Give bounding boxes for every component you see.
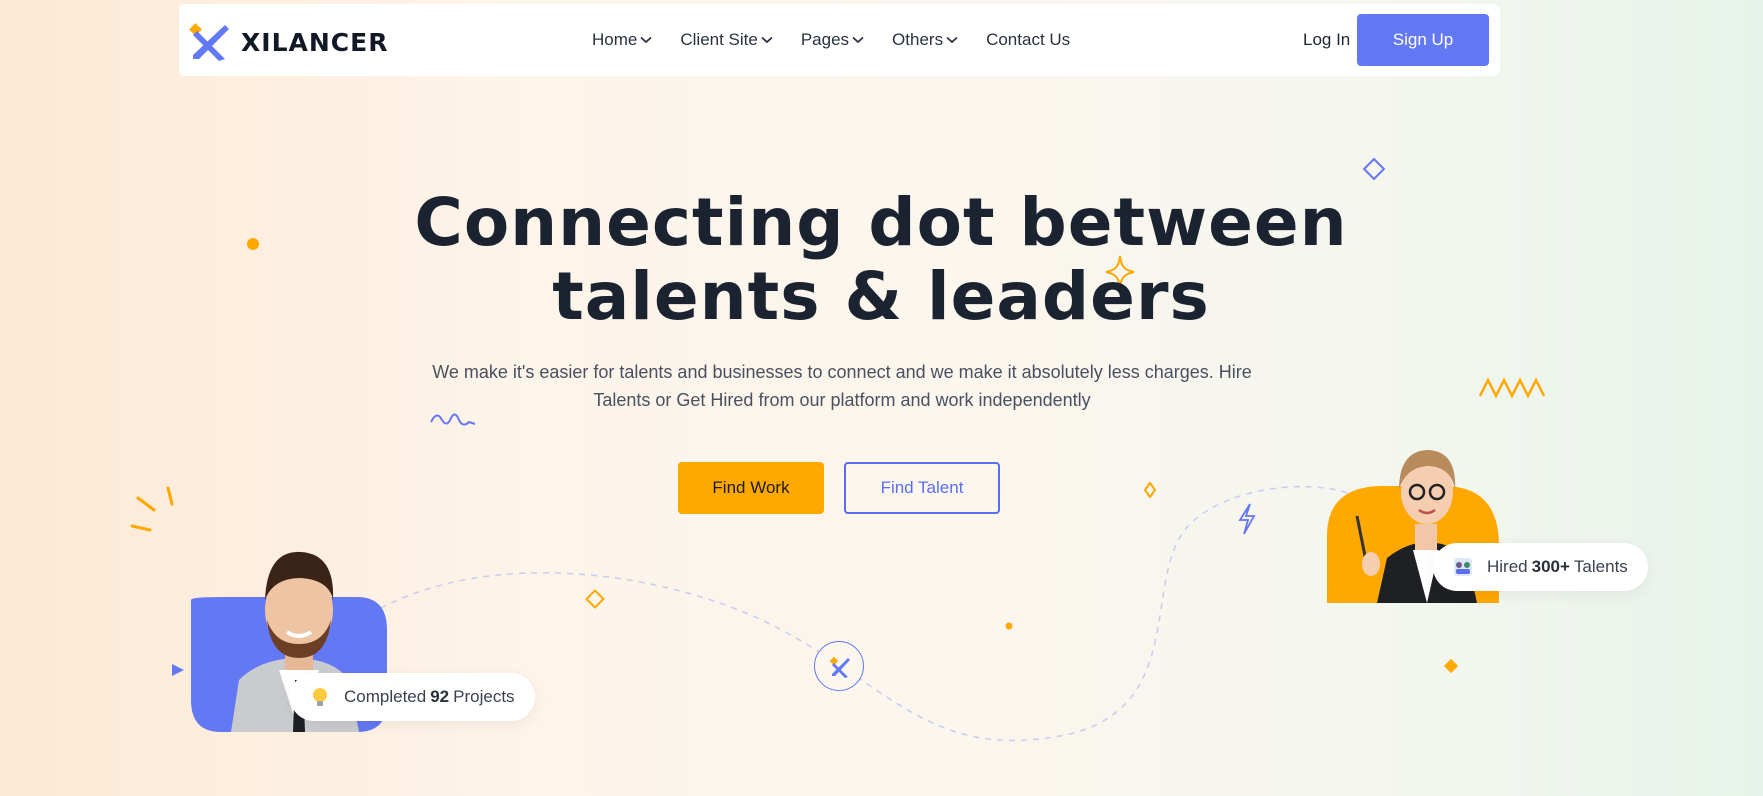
find-talent-button[interactable]: Find Talent <box>844 462 1000 514</box>
diamond-outline-icon <box>1362 157 1386 181</box>
chevron-down-icon <box>640 36 652 44</box>
completed-projects-badge: Completed 92 Projects <box>290 673 535 721</box>
hero-subtitle-line2: Talents or Get Hired from our platform a… <box>593 390 1091 410</box>
badge-value: 300+ <box>1531 557 1570 576</box>
people-group-icon <box>1454 558 1472 576</box>
burst-lines-icon <box>130 486 174 532</box>
chevron-down-icon <box>946 36 958 44</box>
hero-subtitle-line1: We make it's easier for talents and busi… <box>432 362 1252 382</box>
filled-diamond-icon <box>1443 658 1459 674</box>
hired-talents-badge: Hired 300+ Talents <box>1433 543 1648 591</box>
dot-icon <box>247 238 259 250</box>
nav-item-label: Pages <box>800 30 850 49</box>
nav-item-label: Others <box>892 30 944 49</box>
signup-button[interactable]: Sign Up <box>1357 14 1489 66</box>
badge-suffix: Talents <box>1573 557 1628 576</box>
nav-item-contact-us[interactable]: Contact Us <box>986 28 1070 52</box>
lightbulb-icon <box>313 688 327 706</box>
xilancer-logo-icon <box>829 656 850 678</box>
hero-title-line1: Connecting dot between <box>414 184 1348 261</box>
nav-item-label: Client Site <box>680 30 758 49</box>
nav-item-label: Home <box>592 30 638 49</box>
main-nav: Home Client Site Pages Others Contact Us <box>592 28 1070 52</box>
badge-suffix: Projects <box>453 687 515 706</box>
top-navbar: XILANCER Home Client Site Pages Others C… <box>179 4 1500 76</box>
find-work-button[interactable]: Find Work <box>678 462 824 514</box>
nav-item-others[interactable]: Others <box>892 28 958 52</box>
chevron-down-icon <box>852 36 864 44</box>
badge-value: 92 <box>430 687 450 706</box>
play-triangle-icon <box>172 664 184 676</box>
hero-title-line2: talents & leaders <box>552 258 1210 335</box>
badge-prefix: Completed <box>344 687 427 706</box>
center-logo-badge <box>814 641 864 691</box>
xilancer-logo-icon <box>189 23 229 61</box>
hero-title: Connecting dot between talents & leaders <box>381 186 1381 334</box>
zigzag-icon <box>1478 377 1546 399</box>
badge-prefix: Hired <box>1487 557 1528 576</box>
hero-subtitle: We make it's easier for talents and busi… <box>402 358 1282 414</box>
nav-item-label: Contact Us <box>986 30 1071 49</box>
nav-item-client-site[interactable]: Client Site <box>680 28 773 52</box>
brand-name: XILANCER <box>241 27 389 57</box>
nav-item-pages[interactable]: Pages <box>801 28 864 52</box>
nav-item-home[interactable]: Home <box>592 28 652 52</box>
login-link[interactable]: Log In <box>1303 30 1350 50</box>
brand-logo[interactable]: XILANCER <box>189 21 388 63</box>
chevron-down-icon <box>761 36 773 44</box>
